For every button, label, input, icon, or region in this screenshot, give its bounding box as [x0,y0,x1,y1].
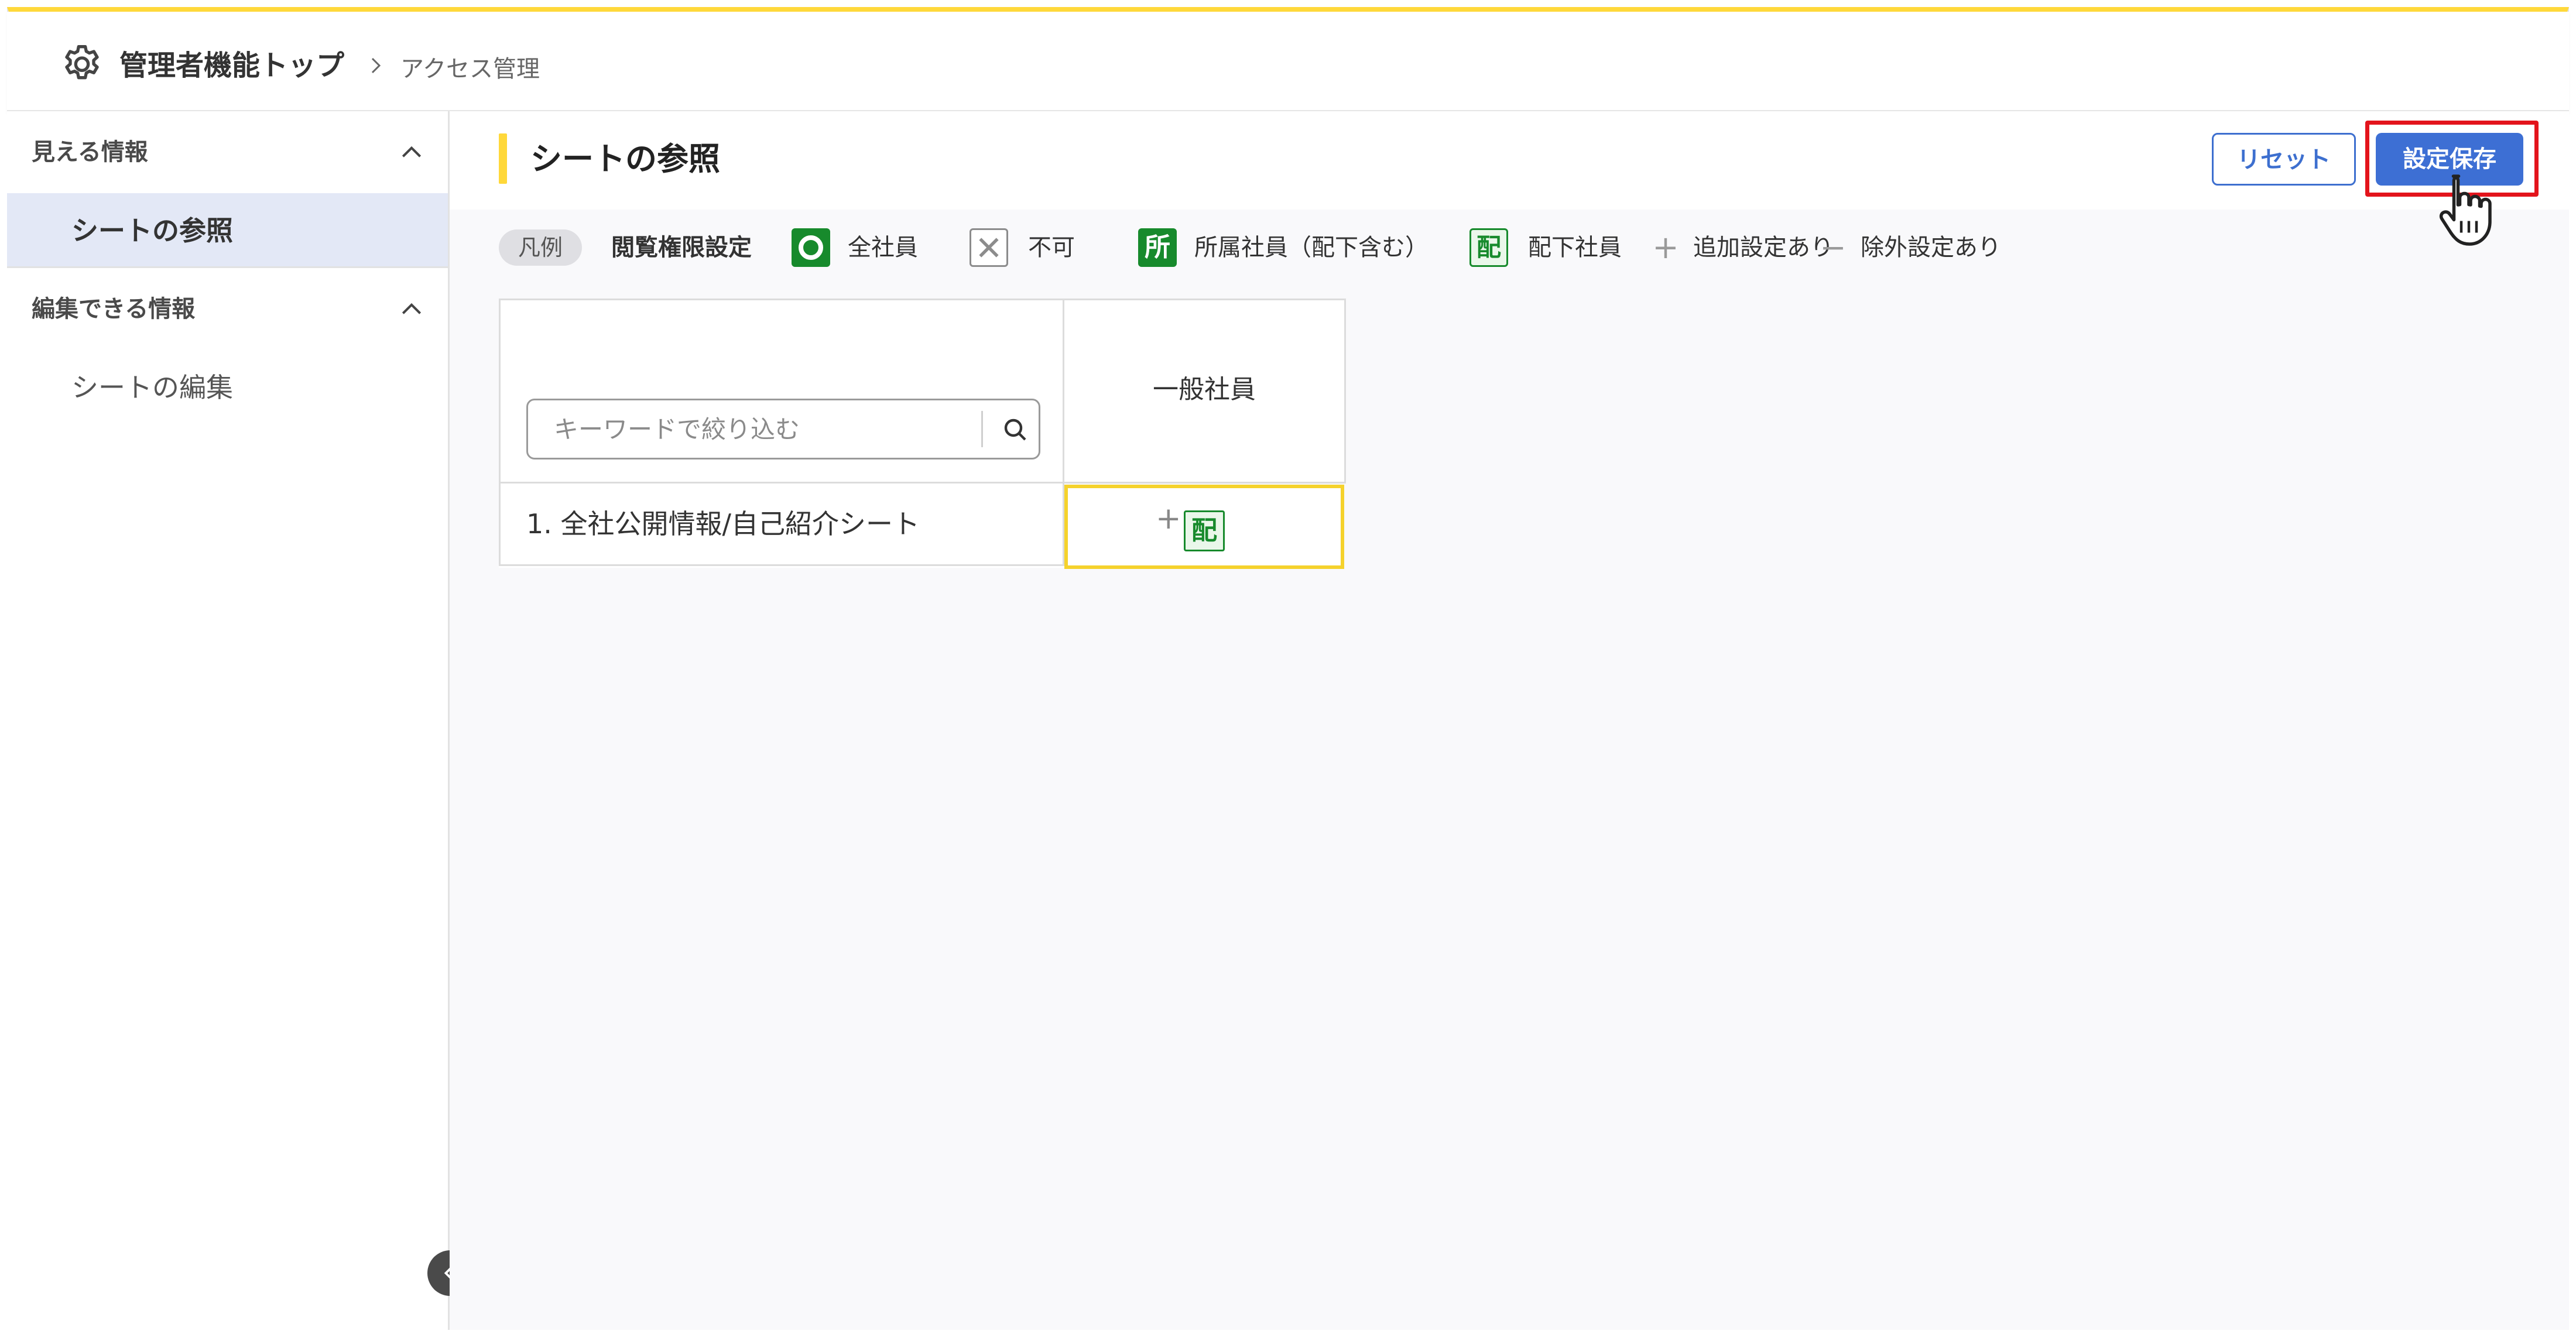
legend-label: 追加設定あり [1693,234,1834,261]
minus-icon: − [1820,229,1847,266]
chevron-right-icon [371,57,381,74]
sidebar: 見える情報 シートの参照 編集できる情報 シートの編集 [7,111,450,1330]
cross-icon [970,228,1008,267]
legend-chip: 凡例 [499,229,582,266]
table-column-header: 一般社員 [1063,299,1346,483]
legend-label: 全社員 [848,234,918,261]
search-input[interactable] [528,400,973,458]
subordinate-icon: 配 [1469,228,1508,267]
main-content: シートの参照 リセット 設定保存 凡例 閲覧権限設定 全社員 不可 所 所属社員… [450,111,2569,1330]
chevron-up-icon[interactable] [399,139,424,165]
legend-label: 不可 [1028,234,1075,261]
legend-label: 配下社員 [1528,234,1622,261]
legend-title: 閲覧権限設定 [611,234,752,261]
legend-item-all-employees: 全社員 [792,227,926,268]
permission-cell[interactable]: + 配 [1064,485,1344,569]
plus-icon: + [1156,501,1181,536]
chevron-up-icon[interactable] [399,296,424,322]
legend-label: 除外設定あり [1861,234,2001,261]
permission-table: 一般社員 1. 全社公開情報/自己紹介シート + 配 [499,299,1346,569]
subordinate-icon: 配 [1184,510,1225,551]
breadcrumb-home[interactable]: 管理者機能トップ [119,52,344,80]
search-separator [981,411,983,447]
legend-item-not-allowed: 不可 [970,227,1087,268]
reset-button[interactable]: リセット [2212,133,2356,186]
legend-item-excluded: − 除外設定あり [1818,227,2017,268]
sidebar-section-label: 編集できる情報 [32,296,196,323]
plus-icon: + [1652,229,1679,266]
gear-icon[interactable] [59,40,105,87]
table-header-search-cell [499,299,1064,483]
page-title: シートの参照 [530,140,720,177]
title-accent-bar [499,133,507,184]
row-label: 1. 全社公開情報/自己紹介シート [526,508,920,540]
search-box [526,399,1040,459]
sidebar-item-label: シートの編集 [71,372,233,403]
sidebar-item-sheet-edit[interactable]: シートの編集 [7,350,448,425]
sidebar-section-label: 見える情報 [32,139,148,166]
dept-icon: 所 [1138,228,1177,267]
circle-icon [792,228,830,267]
breadcrumb-current: アクセス管理 [400,56,540,83]
legend-label: 所属社員（配下含む） [1194,234,1429,261]
sidebar-section-visible-info[interactable]: 見える情報 [7,111,448,193]
sidebar-item-sheet-view[interactable]: シートの参照 [7,193,448,268]
legend: 凡例 閲覧権限設定 全社員 不可 所 所属社員（配下含む） 配 配下社員 + 追… [499,227,2489,268]
sidebar-section-editable-info[interactable]: 編集できる情報 [7,268,448,350]
column-header-label: 一般社員 [1153,375,1256,404]
sidebar-item-label: シートの参照 [71,215,233,246]
table-row: 1. 全社公開情報/自己紹介シート [499,482,1064,566]
header: 管理者機能トップ アクセス管理 [7,12,2569,112]
title-bar: シートの参照 リセット 設定保存 [450,111,2569,246]
legend-item-subordinates: 配 配下社員 [1469,227,1639,268]
search-icon[interactable] [1001,416,1029,444]
legend-item-department: 所 所属社員（配下含む） [1138,227,1454,268]
